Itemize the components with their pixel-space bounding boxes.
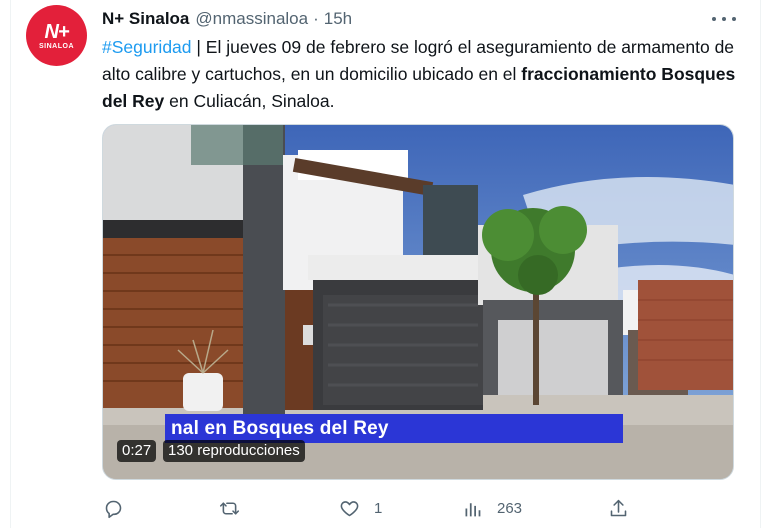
video-views: 130 reproducciones: [163, 440, 305, 462]
author-handle[interactable]: @nmassinaloa: [195, 9, 308, 29]
like-button[interactable]: 1: [339, 494, 382, 522]
more-horizontal-icon[interactable]: [712, 10, 736, 28]
retweet-button[interactable]: [219, 494, 240, 522]
video-duration: 0:27: [117, 440, 157, 462]
share-button[interactable]: [608, 494, 629, 522]
more-dot: [712, 17, 716, 21]
avatar[interactable]: N+ SINALOA: [26, 5, 87, 66]
more-dot: [732, 17, 736, 21]
video-caption-text: nal en Bosques del Rey: [171, 417, 389, 439]
tweet-text: #Seguridad | El jueves 09 de febrero se …: [102, 34, 742, 115]
video-player[interactable]: nal en Bosques del Rey 0:27 130 reproduc…: [102, 124, 734, 480]
header-separator: ·: [313, 9, 319, 28]
share-icon: [610, 499, 627, 516]
action-bar: 1 263: [102, 494, 742, 522]
more-dot: [722, 17, 726, 21]
like-count: 1: [374, 499, 383, 517]
view-count: 263: [497, 499, 523, 517]
avatar-logo-subtitle: SINALOA: [39, 42, 74, 50]
tweet-header: N+ Sinaloa @nmassinaloa · 15h: [102, 8, 352, 30]
timeline-border-right: [760, 0, 761, 528]
tweet: N+ SINALOA N+ Sinaloa @nmassinaloa · 15h…: [0, 0, 780, 528]
video-caption-banner: nal en Bosques del Rey: [165, 414, 623, 443]
analytics-icon: [465, 502, 481, 516]
retweet-icon: [219, 501, 240, 515]
reply-button[interactable]: [103, 494, 124, 522]
author-name[interactable]: N+ Sinaloa: [102, 9, 189, 29]
avatar-logo-mark: N+: [44, 20, 69, 43]
tweet-timestamp[interactable]: 15h: [324, 9, 352, 29]
reply-icon: [105, 500, 122, 518]
timeline-border-left: [10, 0, 11, 528]
views-button[interactable]: 263: [462, 494, 522, 522]
tweet-text-part2: en Culiacán, Sinaloa.: [164, 91, 335, 111]
hashtag-link[interactable]: #Seguridad: [102, 37, 192, 57]
heart-icon: [340, 500, 359, 516]
